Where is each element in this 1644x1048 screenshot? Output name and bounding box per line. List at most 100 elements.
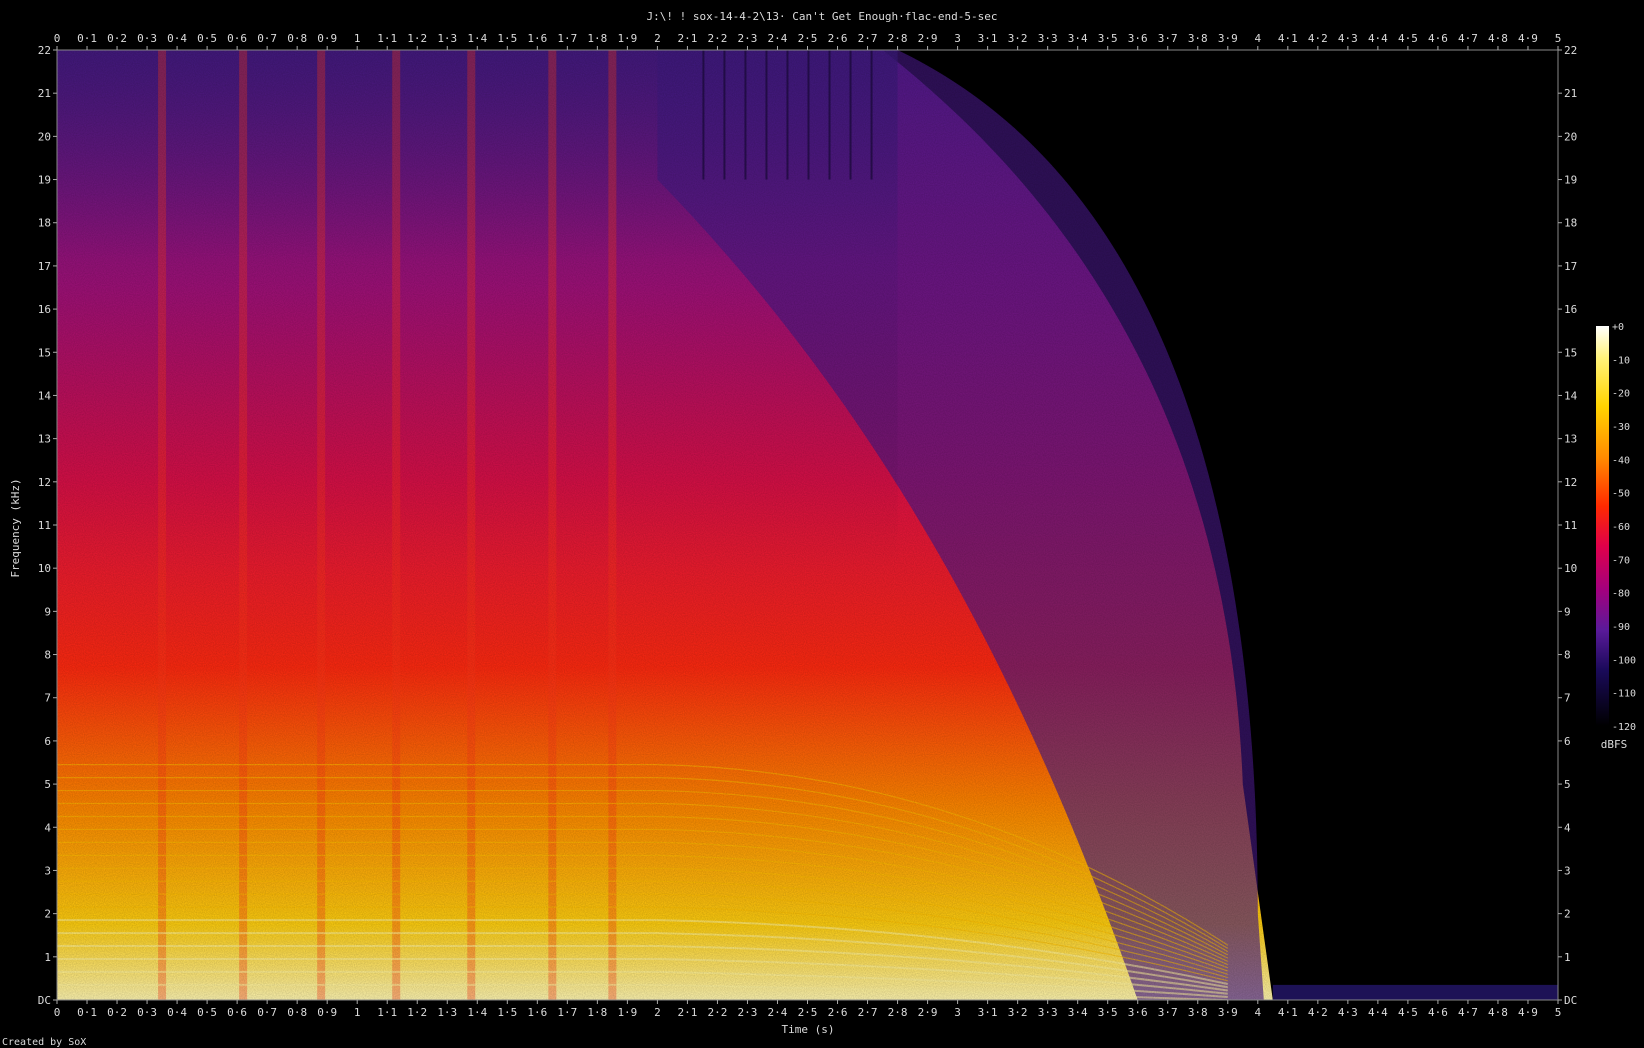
y-tick-label: 20	[38, 130, 51, 143]
x-tick-label: 2·8	[888, 32, 908, 45]
x-axis-bottom: 0 0·1 0·2 0·3 0·4 0·5 0·6 0·7 0·8 0·9 1 1·1 1·2 1·3 1·…	[54, 1000, 1562, 1019]
y-tick-label: 14	[38, 389, 52, 402]
y-tick-label: 21	[1564, 87, 1577, 100]
x-tick-label: 0·1	[77, 32, 97, 45]
x-tick-label: 2·7	[858, 1006, 878, 1019]
x-tick-label: 2·6	[828, 32, 848, 45]
x-tick-label: 3·6	[1128, 1006, 1148, 1019]
x-tick-label: 2·9	[918, 32, 938, 45]
x-tick-label: 4·7	[1458, 32, 1478, 45]
y-tick-label: 5	[1564, 778, 1571, 791]
x-tick-label: 1·2	[407, 1006, 427, 1019]
x-tick-label: 0·1	[77, 1006, 97, 1019]
x-tick-label: 4·9	[1518, 32, 1538, 45]
y-tick-label: 12	[38, 476, 51, 489]
x-tick-label: 2·2	[708, 32, 728, 45]
x-tick-label: 1·6	[527, 1006, 547, 1019]
x-tick-label: 4·8	[1488, 1006, 1508, 1019]
x-tick-label: 3·5	[1098, 1006, 1118, 1019]
x-tick-label: 3·1	[978, 1006, 998, 1019]
x-tick-label: 5	[1555, 32, 1562, 45]
y-tick-label: 22	[1564, 44, 1577, 57]
x-tick-label: 0·3	[137, 32, 157, 45]
x-tick-label: 2·3	[738, 32, 758, 45]
x-tick-label: 0·7	[257, 1006, 277, 1019]
colorbar-tick-label: -100	[1612, 655, 1636, 666]
x-tick-label: 3·2	[1008, 1006, 1028, 1019]
grain	[57, 50, 1273, 1000]
y-tick-label: 1	[1564, 951, 1571, 964]
y-tick-label: 8	[44, 649, 51, 662]
x-tick-label: 3·9	[1218, 32, 1238, 45]
x-tick-label: 0	[54, 1006, 61, 1019]
y-tick-label: 6	[44, 735, 51, 748]
x-tick-label: 2·5	[798, 32, 818, 45]
x-tick-label: 4·2	[1308, 1006, 1328, 1019]
x-tick-label: 3·7	[1158, 1006, 1178, 1019]
x-tick-label: 1·9	[617, 32, 637, 45]
x-tick-label: 1·3	[437, 32, 457, 45]
x-tick-label: 1·6	[527, 32, 547, 45]
x-tick-label: 3·8	[1188, 1006, 1208, 1019]
colorbar-tick-label: -50	[1612, 489, 1630, 500]
y-axis-label: Frequency (kHz)	[9, 478, 22, 577]
spectrogram-chart: J:\! ! sox-14-4-2\13· Can't Get Enough·f…	[2, 10, 1636, 1048]
y-tick-label: 9	[44, 605, 51, 618]
x-tick-label: 1	[354, 32, 361, 45]
x-tick-label: 0·8	[287, 32, 307, 45]
y-tick-label: DC	[1564, 994, 1577, 1007]
x-axis-top: 0 0·1 0·2 0·3 0·4 0·5 0·6 0·7 0·8 0·9 1 1·1 1·2 1·3 1·…	[54, 32, 1562, 50]
x-tick-label: 0·2	[107, 1006, 127, 1019]
x-tick-label: 2	[654, 32, 661, 45]
colorbar-tick-label: -40	[1612, 455, 1630, 466]
x-tick-label: 4·8	[1488, 32, 1508, 45]
y-tick-label: 8	[1564, 649, 1571, 662]
y-tick-label: 6	[1564, 735, 1571, 748]
x-tick-label: 1·2	[407, 32, 427, 45]
colorbar-tick-label: -90	[1612, 622, 1630, 633]
y-tick-label: 7	[1564, 692, 1571, 705]
colorbar-tick-label: -110	[1612, 689, 1636, 700]
x-tick-label: 3	[954, 1006, 961, 1019]
colorbar-gradient	[1596, 326, 1609, 726]
x-tick-label: 1·7	[557, 1006, 577, 1019]
y-tick-label: 16	[1564, 303, 1577, 316]
y-tick-label: 12	[1564, 476, 1577, 489]
x-tick-label: 0	[54, 32, 61, 45]
y-tick-label: 15	[1564, 346, 1577, 359]
y-tick-label: 4	[1564, 821, 1571, 834]
x-tick-label: 3·4	[1068, 32, 1088, 45]
x-tick-label: 2·6	[828, 1006, 848, 1019]
x-tick-label: 4·6	[1428, 1006, 1448, 1019]
x-tick-label: 1·9	[617, 1006, 637, 1019]
x-tick-label: 4·3	[1338, 1006, 1358, 1019]
x-tick-label: 4·4	[1368, 1006, 1388, 1019]
colorbar-tick-label: -60	[1612, 522, 1630, 533]
x-tick-label: 2·3	[738, 1006, 758, 1019]
x-tick-label: 1·4	[467, 1006, 487, 1019]
y-tick-label: 13	[1564, 433, 1577, 446]
y-tick-label: 21	[38, 87, 51, 100]
x-tick-label: 5	[1555, 1006, 1562, 1019]
colorbar-tick-label: -20	[1612, 389, 1630, 400]
x-tick-label: 3	[954, 32, 961, 45]
x-tick-label: 1·3	[437, 1006, 457, 1019]
x-tick-label: 2·5	[798, 1006, 818, 1019]
x-tick-label: 3·4	[1068, 1006, 1088, 1019]
x-tick-label: 0·9	[317, 32, 337, 45]
y-axis-left: DC12345678910111213141516171819202122	[38, 44, 57, 1007]
colorbar-tick-label: -30	[1612, 422, 1630, 433]
y-tick-label: 14	[1564, 389, 1578, 402]
x-tick-label: 1·1	[377, 32, 397, 45]
x-tick-label: 2·2	[708, 1006, 728, 1019]
x-tick-label: 3·6	[1128, 32, 1148, 45]
x-tick-label: 3·1	[978, 32, 998, 45]
x-axis-label: Time (s)	[782, 1023, 835, 1036]
x-tick-label: 3·5	[1098, 32, 1118, 45]
y-tick-label: 4	[44, 821, 51, 834]
x-tick-label: 4·9	[1518, 1006, 1538, 1019]
x-tick-label: 2·1	[677, 32, 697, 45]
colorbar-ticks: +0 -10 -20 -30 -40 -50 -60 -70 -80 -90 -100 -110 -12…	[1612, 322, 1636, 733]
x-tick-label: 3·9	[1218, 1006, 1238, 1019]
x-tick-label: 1·4	[467, 32, 487, 45]
